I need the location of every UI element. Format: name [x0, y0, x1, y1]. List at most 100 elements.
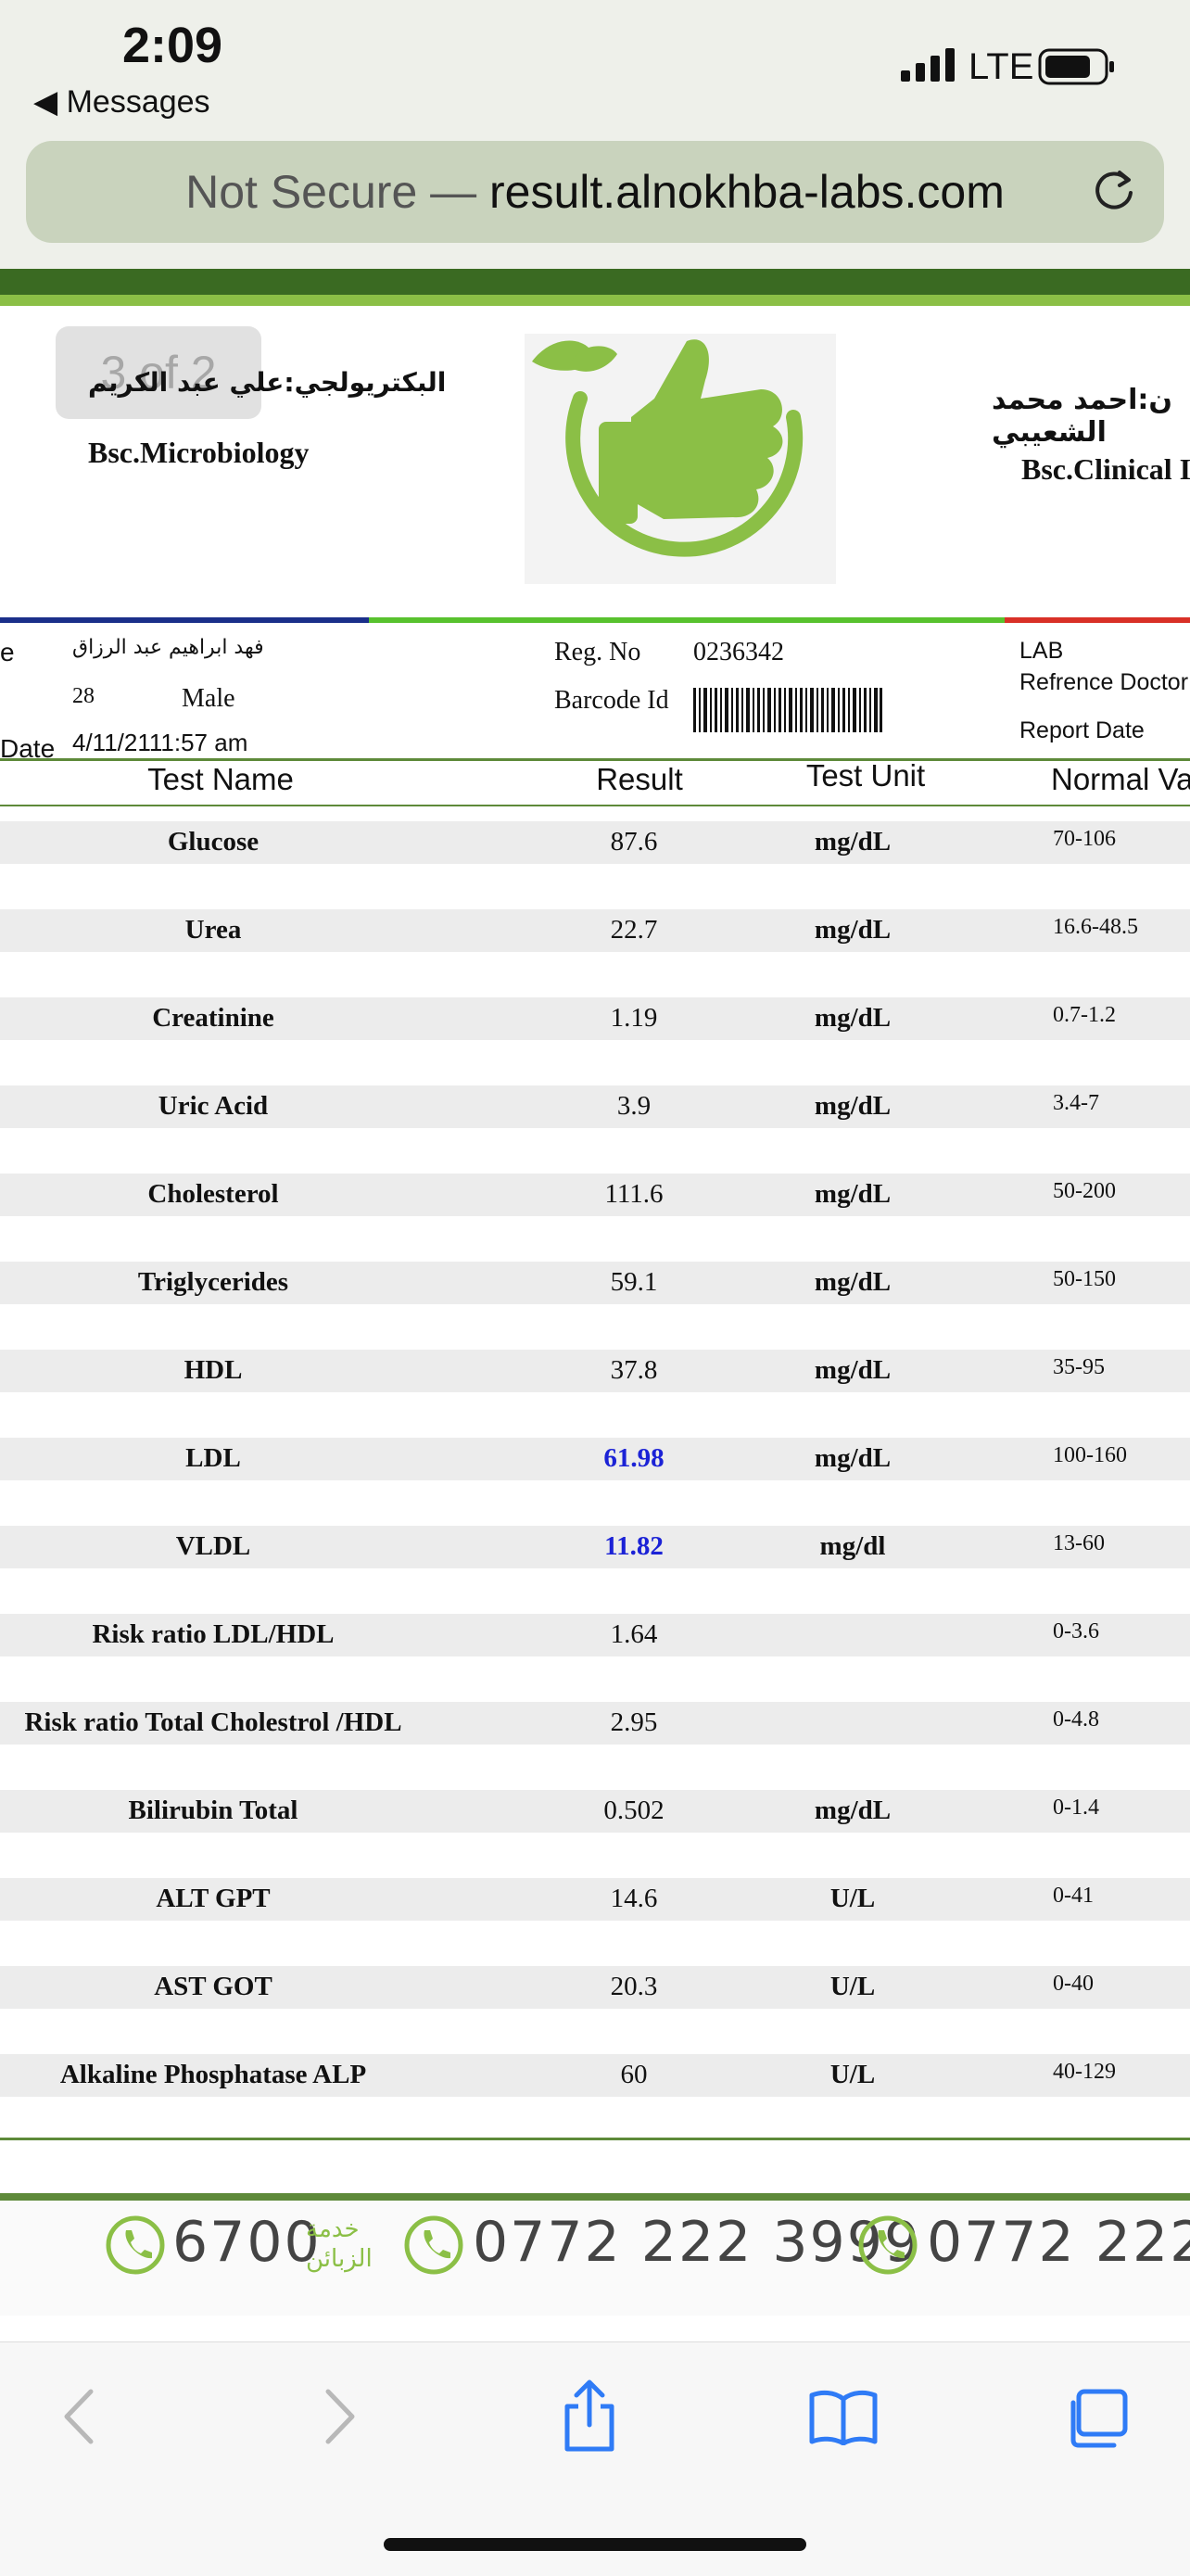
service-label-2: الزبائن [306, 2245, 373, 2273]
unit-cell: mg/dL [814, 1267, 892, 1297]
url-host: result.alnokhba-labs.com [489, 166, 1005, 218]
test-name-cell: ALT GPT [156, 1884, 271, 1913]
phone-icon [858, 2215, 918, 2275]
result-cell: 14.6 [610, 1884, 658, 1913]
normal-range-cell: 16.6-48.5 [1053, 915, 1138, 939]
patient-name-label: e [0, 638, 15, 666]
result-cell: 11.82 [604, 1531, 664, 1561]
col-header-test-name: Test Name [147, 762, 294, 796]
result-cell: 2.95 [610, 1707, 658, 1737]
signal-icon [901, 48, 955, 82]
normal-range-cell: 0-1.4 [1053, 1796, 1099, 1820]
unit-cell: U/L [829, 2060, 876, 2089]
col-header-normal-value: Normal Va [1051, 762, 1190, 796]
result-cell: 3.9 [616, 1091, 652, 1121]
test-name-cell: LDL [185, 1443, 241, 1473]
barcode-image [693, 688, 882, 732]
test-name-cell: Cholesterol [147, 1179, 279, 1209]
reg-no-label: Reg. No [554, 638, 641, 666]
result-cell: 87.6 [610, 827, 658, 857]
bookmarks-icon[interactable] [808, 2390, 879, 2445]
unit-cell: mg/dL [814, 915, 892, 945]
result-cell: 20.3 [610, 1972, 658, 2001]
tabs-icon[interactable] [1064, 2388, 1129, 2449]
status-time: 2:09 [122, 18, 223, 73]
top-band-accent [0, 295, 1190, 306]
normal-range-cell: 0.7-1.2 [1053, 1003, 1116, 1027]
test-name-cell: Triglycerides [137, 1267, 289, 1297]
lab-logo [525, 334, 836, 584]
result-cell: 111.6 [604, 1179, 664, 1209]
test-name-cell: HDL [184, 1355, 243, 1385]
unit-cell: mg/dL [814, 1796, 892, 1825]
unit-cell: mg/dL [814, 1179, 892, 1209]
right-signatory-title: Bsc.Clinical I [1021, 452, 1190, 486]
barcode-label: Barcode Id [554, 686, 669, 715]
separator-red [1005, 617, 1190, 623]
report-date-label: Report Date [1019, 717, 1145, 743]
top-band [0, 269, 1190, 295]
col-header-test-unit: Test Unit [805, 758, 926, 793]
unit-cell: U/L [829, 1972, 876, 2001]
unit-cell: mg/dL [814, 1091, 892, 1121]
normal-range-cell: 0-4.8 [1053, 1707, 1099, 1732]
reg-no-value: 0236342 [693, 638, 784, 666]
back-arrow-icon[interactable] [61, 2388, 98, 2445]
patient-gender: Male [182, 684, 235, 713]
test-name-cell: Uric Acid [158, 1091, 269, 1121]
normal-range-cell: 100-160 [1053, 1443, 1127, 1467]
test-name-cell: Risk ratio LDL/HDL [92, 1619, 335, 1649]
normal-range-cell: 0-3.6 [1053, 1619, 1099, 1643]
result-cell: 0.502 [603, 1796, 665, 1825]
phone-icon [106, 2215, 165, 2275]
unit-cell: mg/dL [814, 827, 892, 857]
test-name-cell: AST GOT [154, 1972, 272, 2001]
test-name-cell: VLDL [175, 1531, 251, 1561]
phone-icon [404, 2215, 463, 2275]
result-cell: 22.7 [610, 915, 658, 945]
normal-range-cell: 0-40 [1053, 1972, 1094, 1996]
phone-number-2[interactable]: 0772 222 8 [927, 2210, 1190, 2275]
share-icon[interactable] [560, 2379, 619, 2453]
table-bottom-rule [0, 2138, 1190, 2140]
left-signatory-title: Bsc.Microbiology [88, 436, 310, 469]
address-text[interactable]: Not Secure — result.alnokhba-labs.com [0, 165, 1190, 219]
unit-cell: U/L [829, 1884, 876, 1913]
right-signatory-name: ن:احمد محمد الشعيبي [992, 384, 1173, 449]
result-cell: 61.98 [603, 1443, 665, 1473]
result-cell: 1.19 [610, 1003, 658, 1033]
test-name-cell: Creatinine [152, 1003, 274, 1033]
ref-doctor-label: Refrence Doctor [1019, 669, 1189, 695]
patient-date: 4/11/2111:57 am [72, 729, 248, 756]
normal-range-cell: 13-60 [1053, 1531, 1105, 1555]
unit-cell: mg/dl [819, 1531, 886, 1561]
result-cell: 1.64 [610, 1619, 658, 1649]
unit-cell: mg/dL [814, 1443, 892, 1473]
service-label-1: خدمة [306, 2215, 360, 2243]
phone-number-1[interactable]: 0772 222 3999 [473, 2210, 921, 2275]
col-header-result: Result [596, 762, 683, 796]
back-to-messages-link[interactable]: ◀ Messages [33, 83, 210, 121]
result-cell: 59.1 [610, 1267, 658, 1297]
battery-icon [1038, 48, 1114, 85]
patient-age: 28 [72, 684, 95, 708]
unit-cell: mg/dL [814, 1355, 892, 1385]
forward-arrow-icon[interactable] [321, 2388, 358, 2445]
home-indicator [384, 2538, 806, 2551]
normal-range-cell: 40-129 [1053, 2060, 1116, 2084]
service-number[interactable]: 6700 [172, 2210, 322, 2275]
patient-name: فهد ابراهيم عبد الرزاق [72, 636, 264, 659]
normal-range-cell: 35-95 [1053, 1355, 1105, 1379]
lab-label: LAB [1019, 638, 1064, 664]
normal-range-cell: 50-200 [1053, 1179, 1116, 1203]
normal-range-cell: 3.4-7 [1053, 1091, 1099, 1115]
reload-icon[interactable] [1090, 167, 1138, 215]
test-name-cell: Alkaline Phosphatase ALP [59, 2060, 367, 2089]
table-top-rule [0, 758, 1190, 761]
test-name-cell: Glucose [167, 827, 260, 857]
separator-blue [0, 617, 369, 623]
security-label: Not Secure — [185, 166, 490, 218]
table-header-rule [0, 805, 1190, 806]
left-signatory-name: البكتريولجي:علي عبد الكريم [88, 367, 447, 398]
result-cell: 37.8 [610, 1355, 658, 1385]
